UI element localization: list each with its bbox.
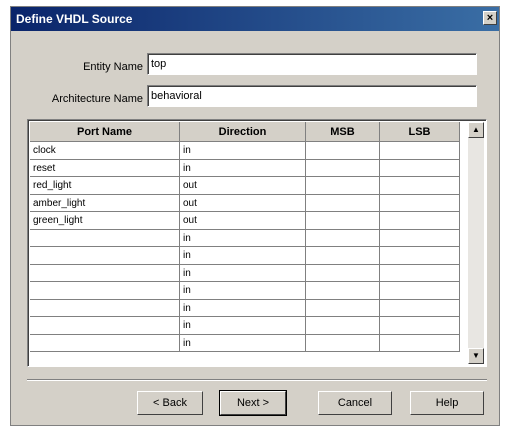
msb-cell[interactable] (306, 229, 380, 247)
lsb-cell[interactable] (380, 194, 460, 212)
port-name-cell[interactable] (30, 229, 180, 247)
divider (27, 379, 487, 381)
lsb-cell[interactable] (380, 159, 460, 177)
port-name-cell[interactable] (30, 299, 180, 317)
lsb-cell[interactable] (380, 247, 460, 265)
help-button[interactable]: Help (410, 391, 484, 415)
table-row: in (30, 282, 460, 300)
direction-cell[interactable]: in (180, 317, 306, 335)
next-button[interactable]: Next > (219, 390, 287, 416)
port-name-cell[interactable]: green_light (30, 212, 180, 230)
lsb-cell[interactable] (380, 334, 460, 352)
msb-cell[interactable] (306, 212, 380, 230)
lsb-cell[interactable] (380, 229, 460, 247)
msb-cell[interactable] (306, 317, 380, 335)
direction-cell[interactable]: in (180, 159, 306, 177)
msb-cell[interactable] (306, 194, 380, 212)
direction-cell[interactable]: out (180, 177, 306, 195)
port-name-cell[interactable]: clock (30, 142, 180, 160)
column-header[interactable]: Port Name (30, 122, 180, 142)
msb-cell[interactable] (306, 247, 380, 265)
lsb-cell[interactable] (380, 264, 460, 282)
port-table-body: clock in reset in red_light out amber_light out… (30, 142, 460, 352)
direction-cell[interactable]: in (180, 229, 306, 247)
lsb-cell[interactable] (380, 282, 460, 300)
port-table: Port Name Direction MSB LSB clock in reset in r… (27, 119, 487, 367)
lsb-cell[interactable] (380, 317, 460, 335)
table-row: in (30, 229, 460, 247)
title-bar: Define VHDL Source × (11, 7, 499, 31)
window-title: Define VHDL Source (16, 12, 133, 26)
direction-cell[interactable]: in (180, 264, 306, 282)
lsb-cell[interactable] (380, 177, 460, 195)
table-row: in (30, 247, 460, 265)
close-icon[interactable]: × (483, 11, 497, 25)
msb-cell[interactable] (306, 142, 380, 160)
direction-cell[interactable]: in (180, 247, 306, 265)
port-name-cell[interactable]: red_light (30, 177, 180, 195)
msb-cell[interactable] (306, 299, 380, 317)
scroll-up-arrow-icon[interactable]: ▲ (468, 122, 484, 138)
direction-cell[interactable]: in (180, 142, 306, 160)
lsb-cell[interactable] (380, 142, 460, 160)
msb-cell[interactable] (306, 282, 380, 300)
table-row: reset in (30, 159, 460, 177)
direction-cell[interactable]: out (180, 194, 306, 212)
table-row: in (30, 334, 460, 352)
lsb-cell[interactable] (380, 299, 460, 317)
port-name-cell[interactable] (30, 317, 180, 335)
vertical-scrollbar[interactable]: ▲ ▼ (468, 122, 484, 364)
column-header[interactable]: LSB (380, 122, 460, 142)
port-name-cell[interactable] (30, 247, 180, 265)
table-row: in (30, 264, 460, 282)
port-table-header: Port Name Direction MSB LSB (30, 122, 460, 142)
back-button[interactable]: < Back (137, 391, 203, 415)
msb-cell[interactable] (306, 264, 380, 282)
port-name-cell[interactable] (30, 334, 180, 352)
define-vhdl-source-dialog: Define VHDL Source × Entity Name top Arc… (10, 6, 500, 426)
table-row: red_light out (30, 177, 460, 195)
lsb-cell[interactable] (380, 212, 460, 230)
entity-name-field[interactable]: top (147, 53, 477, 75)
port-name-cell[interactable] (30, 264, 180, 282)
architecture-name-label: Architecture Name (51, 93, 143, 105)
cancel-button[interactable]: Cancel (318, 391, 392, 415)
table-row: in (30, 317, 460, 335)
port-name-cell[interactable]: reset (30, 159, 180, 177)
column-header[interactable]: Direction (180, 122, 306, 142)
port-name-cell[interactable]: amber_light (30, 194, 180, 212)
table-row: amber_light out (30, 194, 460, 212)
table-row: clock in (30, 142, 460, 160)
msb-cell[interactable] (306, 177, 380, 195)
table-row: in (30, 299, 460, 317)
direction-cell[interactable]: out (180, 212, 306, 230)
table-row: green_light out (30, 212, 460, 230)
port-name-cell[interactable] (30, 282, 180, 300)
msb-cell[interactable] (306, 159, 380, 177)
scroll-down-arrow-icon[interactable]: ▼ (468, 348, 484, 364)
msb-cell[interactable] (306, 334, 380, 352)
direction-cell[interactable]: in (180, 334, 306, 352)
direction-cell[interactable]: in (180, 299, 306, 317)
architecture-name-field[interactable]: behavioral (147, 85, 477, 107)
direction-cell[interactable]: in (180, 282, 306, 300)
entity-name-label: Entity Name (83, 61, 143, 73)
column-header[interactable]: MSB (306, 122, 380, 142)
